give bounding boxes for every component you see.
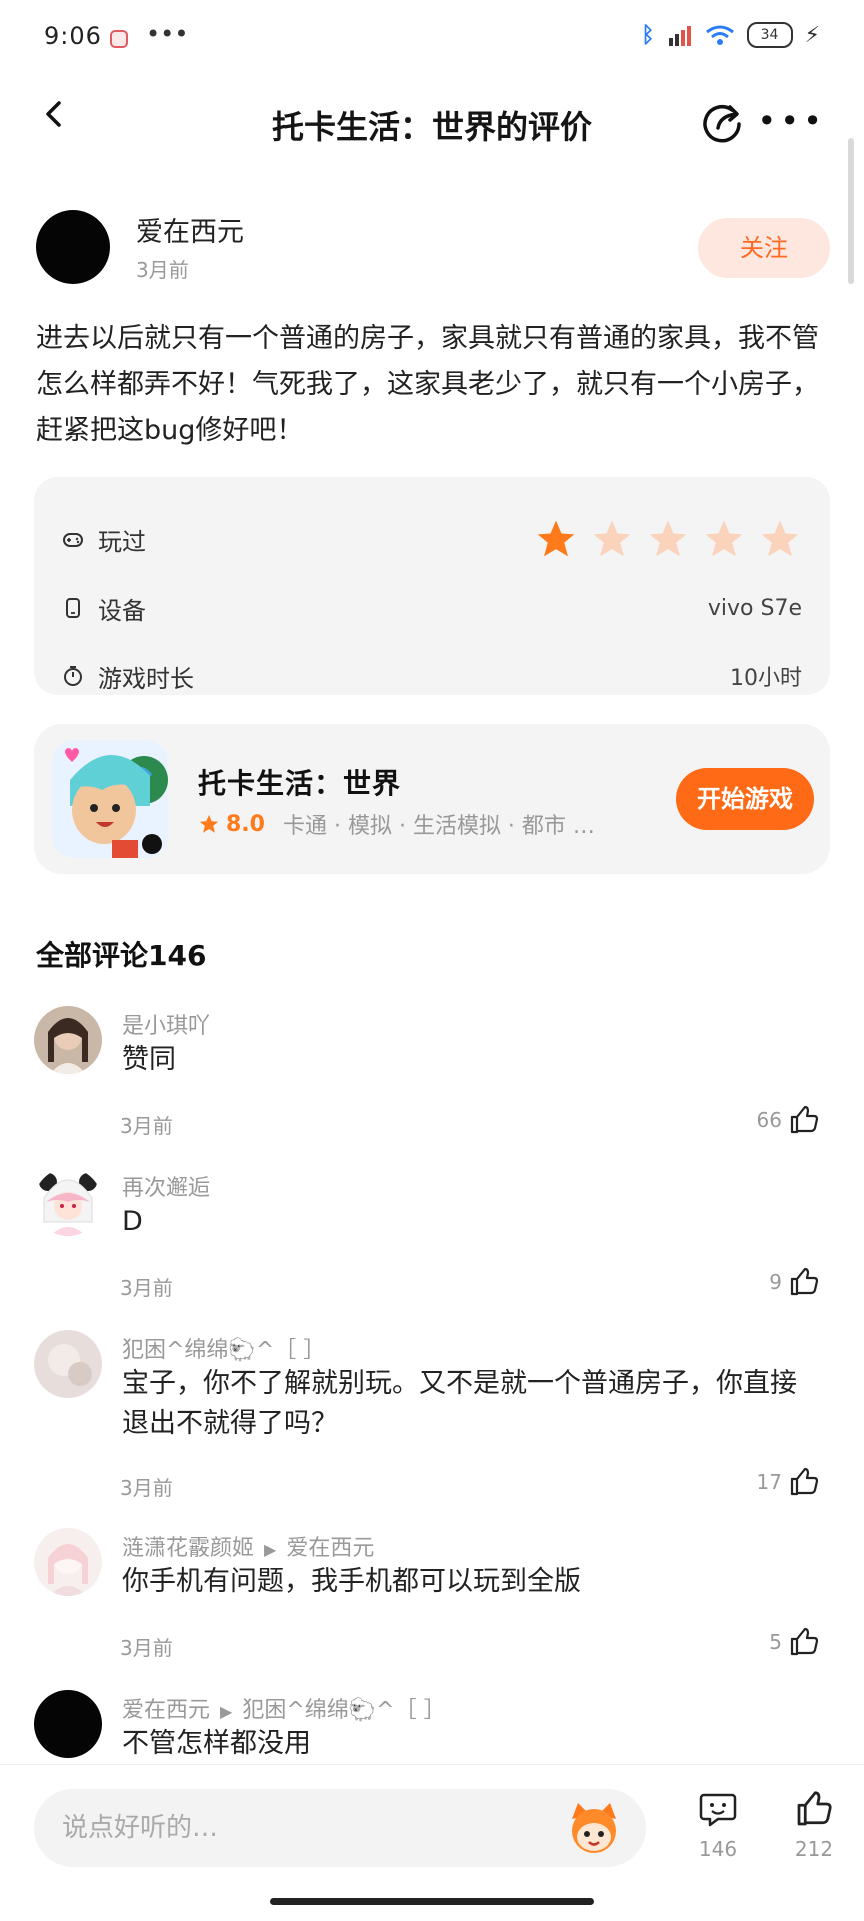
comment-time: 3月前 bbox=[120, 1276, 173, 1300]
star-filled-icon bbox=[537, 520, 575, 557]
comment-time: 3月前 bbox=[120, 1476, 173, 1500]
more-notifications-icon: ••• bbox=[146, 20, 189, 48]
device-label: 设备 bbox=[98, 596, 146, 625]
wifi-icon bbox=[705, 25, 734, 45]
commenter-name[interactable]: 再次邂逅 bbox=[122, 1170, 210, 1202]
reply-arrow-icon: ▶ bbox=[264, 1540, 277, 1559]
review-text: 进去以后就只有一个普通的房子，家具就只有普通的家具，我不管怎么样都弄不好！气死我… bbox=[36, 323, 819, 446]
thumbs-up-icon bbox=[790, 1627, 819, 1656]
duration-label: 游戏时长 bbox=[98, 664, 194, 693]
comment-time: 3月前 bbox=[120, 1114, 173, 1138]
status-time: 9:06 bbox=[44, 22, 102, 50]
share-icon[interactable] bbox=[702, 102, 744, 144]
commenter-avatar[interactable] bbox=[34, 1330, 102, 1398]
comment-text: 赞同 bbox=[122, 1044, 176, 1075]
comment-like-button[interactable]: 66 bbox=[757, 1104, 820, 1136]
author-name[interactable]: 爱在西元 bbox=[136, 210, 244, 249]
played-row: 玩过 bbox=[62, 519, 802, 559]
comments-count-button[interactable]: 146 bbox=[694, 1789, 742, 1861]
rating-star-icon bbox=[199, 814, 219, 833]
commenter-avatar[interactable] bbox=[34, 1168, 102, 1236]
thumbs-up-icon bbox=[790, 1267, 819, 1296]
game-app-icon[interactable] bbox=[52, 740, 168, 858]
device-value: vivo S7e bbox=[707, 595, 802, 621]
like-count: 17 bbox=[756, 1470, 782, 1494]
gamepad-icon bbox=[63, 533, 83, 547]
duration-value: 10小时 bbox=[730, 666, 802, 691]
thumbs-up-icon bbox=[790, 1105, 819, 1134]
reply-arrow-icon: ▶ bbox=[220, 1702, 233, 1721]
comment-count: 146 bbox=[698, 1837, 738, 1861]
star-empty-icon bbox=[761, 520, 799, 557]
author-avatar[interactable] bbox=[36, 210, 110, 284]
star-empty-icon bbox=[593, 520, 631, 557]
comment-like-button[interactable]: 5 bbox=[769, 1626, 820, 1658]
commenter-name[interactable]: 爱在西元 ▶ 犯困^绵绵🐑^［ ］ bbox=[122, 1692, 446, 1724]
charging-icon: ⚡ bbox=[804, 22, 820, 48]
bluetooth-icon: ᛒ bbox=[641, 22, 655, 48]
game-rating: 8.0 bbox=[226, 811, 265, 837]
like-count: 212 bbox=[794, 1837, 834, 1861]
scrollbar[interactable] bbox=[848, 138, 854, 284]
comment-time: 3月前 bbox=[120, 1636, 173, 1660]
signal-icon bbox=[668, 26, 691, 46]
review-time: 3月前 bbox=[136, 258, 189, 282]
comments-header: 全部评论146 bbox=[36, 939, 207, 972]
phone-icon bbox=[66, 598, 80, 618]
start-game-button[interactable]: 开始游戏 bbox=[676, 768, 814, 830]
duration-row: 游戏时长 10小时 bbox=[62, 656, 802, 696]
like-button[interactable]: 212 bbox=[790, 1789, 838, 1861]
status-icons: ᛒ 34 ⚡ bbox=[641, 22, 820, 48]
star-empty-icon bbox=[649, 520, 687, 557]
more-options-icon[interactable]: ••• bbox=[757, 102, 826, 140]
reply-target-name[interactable]: 爱在西元 bbox=[286, 1536, 374, 1561]
comment-text: 宝子，你不了解就别玩。又不是就一个普通房子，你直接退出不就得了吗？ bbox=[122, 1368, 797, 1439]
like-count: 66 bbox=[756, 1108, 782, 1132]
comment-input-box[interactable] bbox=[34, 1789, 646, 1867]
commenter-avatar[interactable] bbox=[34, 1006, 102, 1074]
reply-target-name[interactable]: 犯困^绵绵🐑^［ ］ bbox=[242, 1698, 445, 1723]
comment-like-button[interactable]: 17 bbox=[757, 1466, 820, 1498]
game-tags: 卡通 · 模拟 · 生活模拟 · 都市 … bbox=[282, 814, 595, 839]
thumbs-up-icon bbox=[790, 1467, 819, 1496]
mascot-emoji-icon[interactable] bbox=[564, 1797, 624, 1857]
comment-bubble-icon bbox=[699, 1793, 737, 1827]
rating-stars bbox=[534, 517, 802, 561]
commenter-name[interactable]: 犯困^绵绵🐑^［ ］ bbox=[122, 1332, 325, 1364]
commenter-name[interactable]: 是小琪吖 bbox=[122, 1008, 210, 1040]
like-count: 9 bbox=[769, 1270, 782, 1294]
device-row: 设备 vivo S7e bbox=[62, 588, 802, 628]
comment-text: 你手机有问题，我手机都可以玩到全版 bbox=[122, 1566, 581, 1597]
thumbs-up-icon bbox=[797, 1791, 832, 1826]
commenter-name[interactable]: 涟潇花霰颜姬 ▶ 爱在西元 bbox=[122, 1530, 374, 1562]
notification-app-icon bbox=[110, 30, 128, 48]
played-label: 玩过 bbox=[98, 527, 146, 556]
comment-text: D bbox=[122, 1206, 143, 1237]
home-indicator[interactable] bbox=[270, 1898, 594, 1905]
follow-button[interactable]: 关注 bbox=[698, 218, 830, 278]
comment-input[interactable] bbox=[60, 1807, 524, 1849]
star-empty-icon bbox=[705, 520, 743, 557]
game-name[interactable]: 托卡生活：世界 bbox=[198, 762, 401, 802]
commenter-avatar[interactable] bbox=[34, 1528, 102, 1596]
commenter-avatar[interactable] bbox=[34, 1690, 102, 1758]
comment-like-button[interactable]: 9 bbox=[769, 1266, 820, 1298]
timer-icon bbox=[64, 666, 82, 686]
game-meta: 8.0 卡通 · 模拟 · 生活模拟 · 都市 … bbox=[198, 808, 595, 840]
game-card[interactable]: 托卡生活：世界 8.0 卡通 · 模拟 · 生活模拟 · 都市 … 开始游戏 bbox=[34, 724, 830, 874]
comment-text: 不管怎样都没用 bbox=[122, 1728, 311, 1759]
like-count: 5 bbox=[769, 1630, 782, 1654]
review-info-card: 玩过 设备 vivo S7e 游戏时长 10小时 bbox=[34, 477, 830, 695]
battery-icon: 34 bbox=[746, 22, 793, 48]
